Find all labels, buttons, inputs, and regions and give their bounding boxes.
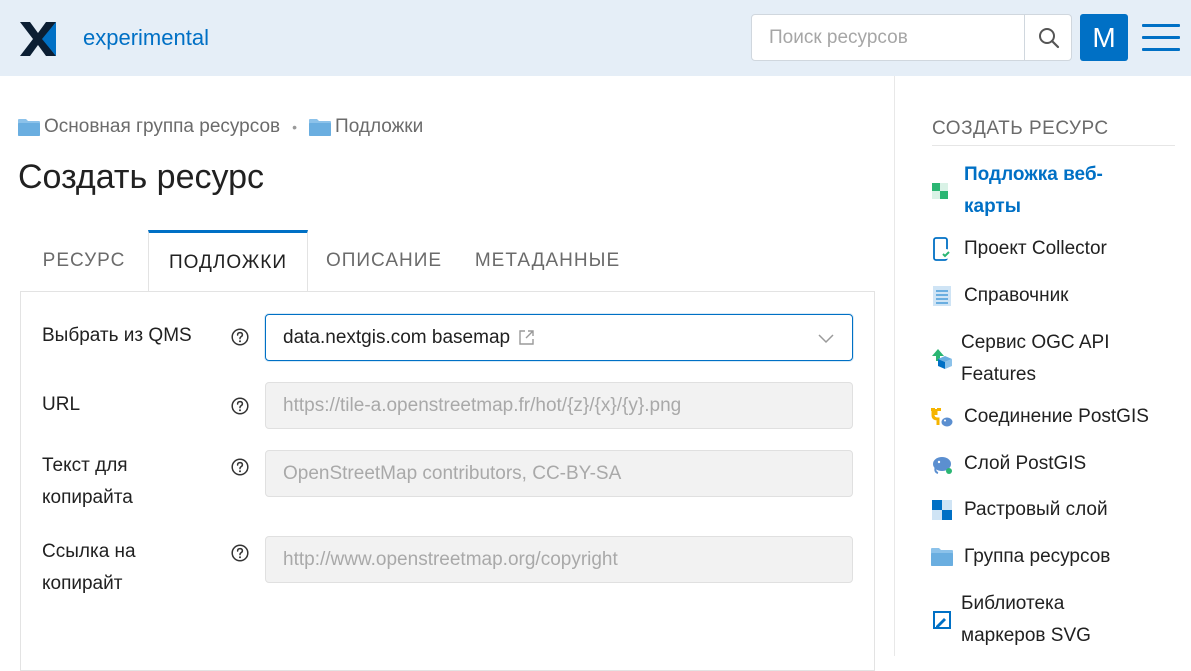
sidebar-item-svg-library[interactable]: Библиотека маркеров SVG (930, 588, 1180, 652)
search-input[interactable] (752, 15, 1024, 60)
folder-icon (18, 119, 40, 136)
sidebar-item-label: Соединение PostGIS (964, 406, 1149, 427)
copyright-text-label-line: Текст для (42, 455, 128, 476)
search-button[interactable] (1024, 15, 1072, 60)
svg-library-icon (933, 611, 951, 629)
copyright-text-input[interactable]: OpenStreetMap contributors, CC-BY-SA (265, 450, 853, 497)
breadcrumb-separator: • (292, 119, 298, 135)
postgis-connection-icon (931, 408, 953, 427)
breadcrumb-item-main-group[interactable]: Основная группа ресурсов (18, 116, 280, 138)
tab-description[interactable]: ОПИСАНИЕ (308, 230, 460, 292)
sidebar-item-label: Растровый слой (964, 499, 1108, 520)
copyright-url-input[interactable]: http://www.openstreetmap.org/copyright (265, 536, 853, 583)
url-label: URL (42, 394, 81, 415)
url-input[interactable]: https://tile-a.openstreetmap.fr/hot/{z}/… (265, 382, 853, 429)
help-icon[interactable] (231, 328, 249, 346)
breadcrumb-label: Подложки (335, 116, 424, 137)
top-header: experimental M (0, 0, 1191, 76)
lookup-table-icon (933, 286, 951, 306)
sidebar-item-label: Библиотека маркеров SVG (961, 588, 1091, 652)
app-title[interactable]: experimental (83, 25, 209, 51)
tab-resource[interactable]: РЕСУРС (20, 230, 148, 292)
help-icon[interactable] (231, 458, 249, 476)
copyright-text-label-line: копирайта (42, 487, 133, 508)
copyright-url-label-line: копирайт (42, 573, 123, 594)
copyright-url-label: Ссылка на копирайт (42, 536, 136, 600)
sidebar-item-label: Группа ресурсов (964, 546, 1111, 567)
sidebar-item-label: Проект Collector (964, 238, 1107, 259)
sidebar-item-label-line: Подложка веб- (964, 164, 1103, 185)
sidebar-item-postgis-connection[interactable]: Соединение PostGIS (930, 401, 1180, 433)
page-title: Создать ресурс (18, 158, 265, 196)
sidebar-item-label: Справочник (964, 285, 1069, 306)
sidebar-item-lookup-table[interactable]: Справочник (930, 280, 1180, 312)
chevron-down-icon (818, 334, 834, 344)
nextgis-logo-icon[interactable] (20, 22, 56, 56)
sidebar-item-label-line: карты (964, 196, 1021, 217)
qms-select[interactable]: data.nextgis.com basemap (265, 314, 853, 361)
tab-basemaps[interactable]: ПОДЛОЖКИ (148, 230, 308, 292)
basemap-icon (932, 183, 948, 199)
sidebar-item-ogc-api[interactable]: Сервис OGC API Features (930, 327, 1180, 391)
sidebar-item-resource-group[interactable]: Группа ресурсов (930, 541, 1180, 573)
sidebar-item-raster-layer[interactable]: Растровый слой (930, 494, 1180, 526)
help-icon[interactable] (231, 397, 249, 415)
collector-icon (933, 237, 951, 261)
create-resource-sidebar: СОЗДАТЬ РЕСУРС Подложка веб- карты Проек… (894, 76, 1191, 656)
qms-label: Выбрать из QMS (42, 325, 192, 346)
breadcrumb-label: Основная группа ресурсов (44, 116, 281, 137)
breadcrumb: Основная группа ресурсов • Подложки (18, 116, 423, 138)
sidebar-divider (932, 145, 1175, 146)
folder-icon (309, 119, 332, 136)
sidebar-item-label-line: Features (961, 364, 1036, 385)
sidebar-item-label: Сервис OGC API Features (961, 327, 1109, 391)
tab-metadata[interactable]: МЕТАДАННЫЕ (460, 230, 635, 292)
help-icon[interactable] (231, 544, 249, 562)
sidebar-item-label-line: Сервис OGC API (961, 332, 1110, 353)
qms-selected-value: data.nextgis.com basemap (283, 326, 511, 348)
postgis-layer-icon (933, 457, 952, 474)
sidebar-item-postgis-layer[interactable]: Слой PostGIS (930, 448, 1180, 480)
hamburger-menu-icon[interactable] (1142, 24, 1180, 52)
sidebar-item-label-line: Библиотека (961, 593, 1065, 614)
search-box (751, 14, 1072, 61)
sidebar-item-collector[interactable]: Проект Collector (930, 233, 1180, 265)
sidebar-item-label: Слой PostGIS (964, 453, 1087, 474)
search-icon (1038, 27, 1059, 48)
raster-layer-icon (932, 500, 952, 520)
folder-icon (931, 548, 953, 566)
copyright-url-label-line: Ссылка на (42, 541, 136, 562)
user-avatar-button[interactable]: M (1080, 14, 1128, 61)
copyright-text-label: Текст для копирайта (42, 450, 133, 514)
sidebar-item-label-line: маркеров SVG (961, 625, 1091, 646)
sidebar-title: СОЗДАТЬ РЕСУРС (932, 118, 1109, 139)
basemap-form-panel: Выбрать из QMS data.nextgis.com basemap … (20, 291, 875, 671)
sidebar-item-label: Подложка веб- карты (964, 159, 1103, 223)
ogc-api-icon (932, 349, 952, 369)
sidebar-item-basemap[interactable]: Подложка веб- карты (930, 159, 1180, 223)
tab-bar: РЕСУРС ПОДЛОЖКИ ОПИСАНИЕ МЕТАДАННЫЕ (20, 230, 875, 292)
external-link-icon[interactable] (518, 329, 535, 346)
breadcrumb-item-basemaps[interactable]: Подложки (309, 116, 423, 138)
